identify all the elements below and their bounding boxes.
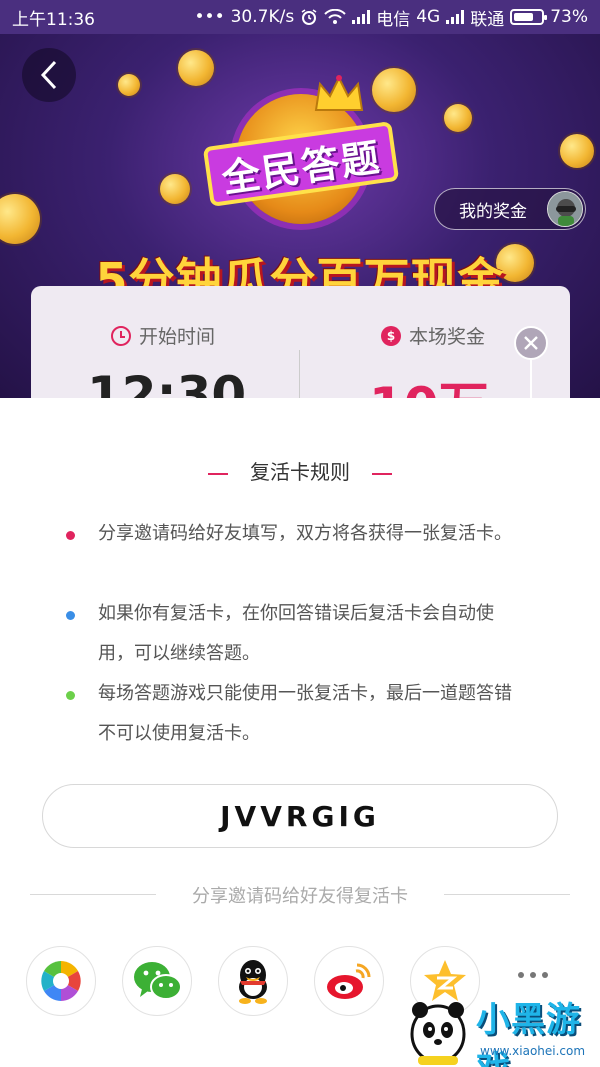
rule-item: 如果你有复活卡，在你回答错误后复活卡会自动使用，可以继续答题。 — [98, 603, 494, 664]
share-prompt: 分享邀请码给好友得复活卡 — [192, 886, 408, 907]
title-dash-left — [208, 472, 228, 475]
watermark-url: www.xiaohei.com — [480, 1044, 586, 1058]
more-dot — [518, 972, 524, 978]
status-dots: ••• — [194, 7, 225, 27]
more-dot — [542, 972, 548, 978]
status-time: 上午11:36 — [12, 9, 95, 30]
share-qq-button[interactable] — [218, 946, 288, 1016]
coin-decoration — [160, 174, 190, 204]
close-control — [514, 326, 550, 398]
close-line — [530, 360, 532, 398]
my-prize-button[interactable]: 我的奖金 — [434, 188, 586, 230]
wechat-icon — [134, 962, 182, 1000]
rule-bullet-3 — [66, 691, 75, 700]
share-wechat-button[interactable] — [122, 946, 192, 1016]
rule-bullet-1 — [66, 531, 75, 540]
qq-icon — [239, 960, 267, 1004]
divider-right — [444, 894, 570, 895]
close-button[interactable] — [514, 326, 548, 360]
wifi-icon — [324, 9, 346, 24]
back-button[interactable] — [22, 48, 76, 102]
chevron-left-icon — [40, 60, 57, 90]
divider — [299, 350, 300, 400]
carrier-2: 联通 — [470, 9, 505, 30]
battery-percent: 73% — [550, 7, 588, 27]
avatar — [547, 191, 583, 227]
network-speed: 30.7K/s — [230, 7, 295, 27]
alarm-icon — [301, 9, 317, 25]
crown-icon — [314, 75, 364, 111]
more-share-button[interactable] — [518, 972, 548, 978]
status-bar: 上午11:36 ••• 30.7K/s 电信 4G 联通 73% — [0, 0, 600, 34]
prize-label: 本场奖金 — [409, 326, 486, 348]
share-weibo-button[interactable] — [314, 946, 384, 1016]
title-dash-right — [372, 472, 392, 475]
battery-icon — [510, 9, 548, 25]
clock-icon — [111, 325, 131, 346]
coin-decoration — [0, 194, 40, 244]
rules-title: 复活卡规则 — [0, 456, 600, 485]
my-prize-label: 我的奖金 — [459, 201, 527, 222]
coin-decoration — [444, 104, 472, 132]
start-time-header: 开始时间 — [111, 322, 215, 349]
invite-code-box[interactable]: JVVRGIG — [42, 784, 558, 848]
signal-icon-2 — [446, 10, 465, 24]
coin-decoration — [118, 74, 140, 96]
rule-item: 每场答题游戏只能使用一张复活卡，最后一道题答错不可以使用复活卡。 — [98, 683, 512, 744]
revive-card-sheet: 复活卡规则 分享邀请码给好友填写，双方将各获得一张复活卡。 如果你有复活卡，在你… — [0, 398, 600, 1067]
share-moments-button[interactable] — [26, 946, 96, 1016]
coin-decoration — [372, 68, 416, 112]
network-type: 4G — [416, 7, 441, 27]
start-time-label: 开始时间 — [139, 326, 216, 348]
carrier-1: 电信 — [376, 9, 411, 30]
weibo-icon — [327, 963, 371, 999]
moments-icon — [39, 959, 83, 1003]
avatar-icon — [548, 192, 582, 226]
close-icon — [524, 336, 538, 350]
signal-icon — [352, 10, 371, 24]
prize-header: $ 本场奖金 — [381, 322, 485, 349]
coin-decoration — [560, 134, 594, 168]
rules-title-text: 复活卡规则 — [250, 460, 350, 484]
rule-bullet-2 — [66, 611, 75, 620]
logo-title: 全民答题 — [202, 121, 400, 207]
more-dot — [530, 972, 536, 978]
rule-item: 分享邀请码给好友填写，双方将各获得一张复活卡。 — [98, 523, 512, 544]
money-icon: $ — [381, 325, 401, 346]
watermark-logo: 小黑游戏 www.xiaohei.com — [408, 982, 600, 1067]
coin-decoration — [178, 50, 214, 86]
